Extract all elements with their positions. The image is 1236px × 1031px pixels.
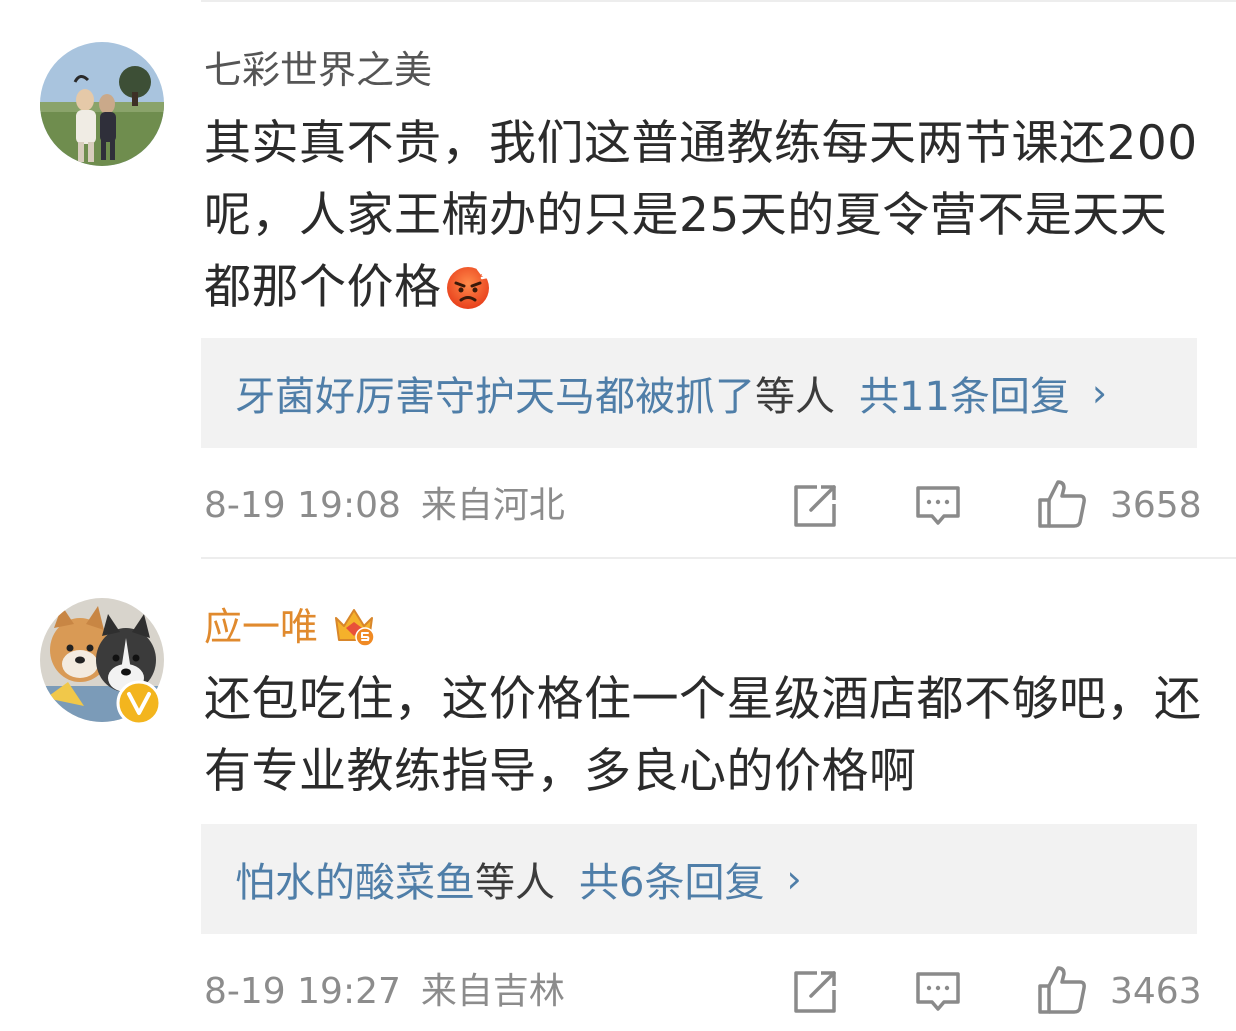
comment-icon[interactable] xyxy=(914,482,962,530)
comment-divider xyxy=(201,557,1236,559)
timestamp: 8-19 19:08 xyxy=(204,485,401,526)
angry-face-emoji xyxy=(446,267,491,309)
username[interactable]: 七彩世界之美 xyxy=(204,48,432,92)
comment-text: 还包吃住，这价格住一个星级酒店都不够吧，还有专业教练指导，多良心的价格啊 xyxy=(204,664,1214,808)
comment-icon[interactable] xyxy=(914,968,962,1016)
reply-summary[interactable]: 牙菌好厉害守护天马都被抓了 等人 共11条回复 › xyxy=(201,338,1197,448)
verified-badge-icon xyxy=(116,680,162,726)
chevron-right-icon[interactable]: › xyxy=(1092,371,1107,415)
comment-meta: 8-19 19:08 来自河北 xyxy=(204,484,565,528)
reply-count[interactable]: 共6条回复 xyxy=(579,850,764,908)
location: 来自吉林 xyxy=(420,971,565,1012)
reply-count[interactable]: 共11条回复 xyxy=(859,364,1070,422)
top-divider xyxy=(201,0,1236,2)
username[interactable]: 应一唯 xyxy=(204,604,376,649)
comment-body: 还包吃住，这价格住一个星级酒店都不够吧，还有专业教练指导，多良心的价格啊 xyxy=(204,672,1202,799)
comment-body: 其实真不贵，我们这普通教练每天两节课还200呢，人家王楠办的只是25天的夏令营不… xyxy=(204,116,1198,315)
chevron-right-icon[interactable]: › xyxy=(786,857,801,901)
reply-names[interactable]: 牙菌好厉害守护天马都被抓了 xyxy=(235,364,755,422)
timestamp: 8-19 19:27 xyxy=(204,971,401,1012)
like-count: 3463 xyxy=(1110,971,1202,1012)
reply-summary[interactable]: 怕水的酸菜鱼 等人 共6条回复 › xyxy=(201,824,1197,934)
avatar[interactable] xyxy=(40,42,164,166)
crown-vip-icon[interactable] xyxy=(332,604,376,648)
username-text[interactable]: 应一唯 xyxy=(204,605,318,649)
location: 来自河北 xyxy=(420,485,565,526)
comment-text: 其实真不贵，我们这普通教练每天两节课还200呢，人家王楠办的只是25天的夏令营不… xyxy=(204,108,1214,324)
username-text[interactable]: 七彩世界之美 xyxy=(204,48,432,92)
like-count: 3658 xyxy=(1110,485,1202,526)
share-icon[interactable] xyxy=(791,968,839,1016)
thumbs-up-icon[interactable] xyxy=(1036,478,1088,530)
comment-meta: 8-19 19:27 来自吉林 xyxy=(204,970,565,1014)
reply-suffix: 等人 xyxy=(475,860,555,906)
thumbs-up-icon[interactable] xyxy=(1036,964,1088,1016)
reply-suffix: 等人 xyxy=(755,374,835,420)
reply-names[interactable]: 怕水的酸菜鱼 xyxy=(235,850,475,908)
share-icon[interactable] xyxy=(791,482,839,530)
